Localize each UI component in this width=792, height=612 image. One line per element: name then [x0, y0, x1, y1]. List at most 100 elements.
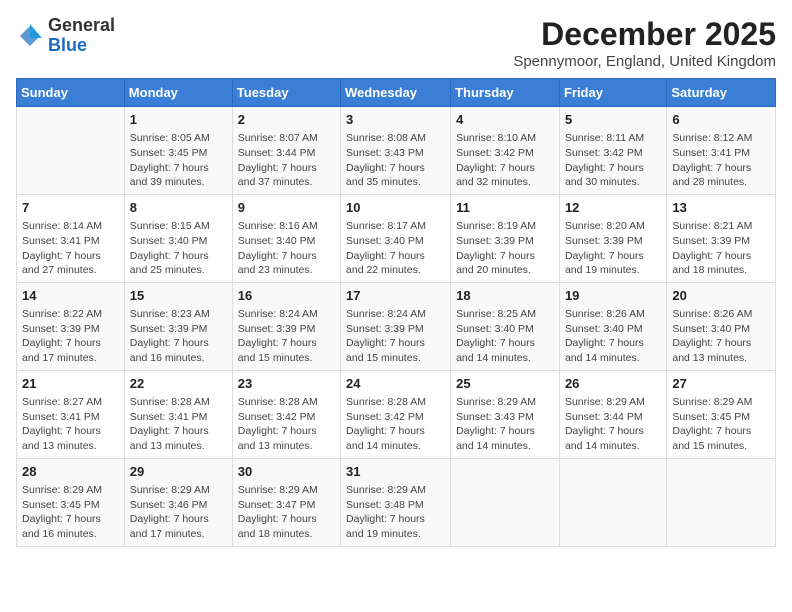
day-info: Sunrise: 8:26 AMSunset: 3:40 PMDaylight:… — [672, 307, 770, 366]
day-header-sunday: Sunday — [17, 79, 125, 107]
calendar-cell: 17Sunrise: 8:24 AMSunset: 3:39 PMDayligh… — [341, 282, 451, 370]
day-number: 27 — [672, 375, 770, 393]
day-number: 12 — [565, 199, 661, 217]
calendar-cell — [559, 458, 666, 546]
day-number: 3 — [346, 111, 445, 129]
logo-icon — [16, 22, 44, 50]
day-number: 7 — [22, 199, 119, 217]
day-info: Sunrise: 8:29 AMSunset: 3:44 PMDaylight:… — [565, 395, 661, 454]
day-number: 31 — [346, 463, 445, 481]
logo-blue: Blue — [48, 35, 87, 55]
day-number: 4 — [456, 111, 554, 129]
day-number: 15 — [130, 287, 227, 305]
calendar-cell: 29 Sunrise: 8:29 AMSunset: 3:46 PMDayligh… — [124, 458, 232, 546]
day-number: 1 — [130, 111, 227, 129]
calendar-cell: 4 Sunrise: 8:10 AMSunset: 3:42 PMDaylight… — [451, 107, 560, 195]
day-info: Sunrise: 8:25 AMSunset: 3:40 PMDaylight:… — [456, 307, 554, 366]
day-header-friday: Friday — [559, 79, 666, 107]
day-number: 18 — [456, 287, 554, 305]
day-info: Sunrise: 8:16 AMSunset: 3:40 PMDaylight:… — [238, 219, 335, 278]
day-number: 2 — [238, 111, 335, 129]
day-number: 11 — [456, 199, 554, 217]
calendar-cell: 25 Sunrise: 8:29 AMSunset: 3:43 PMDayligh… — [451, 370, 560, 458]
day-info: Sunrise: 8:29 AMSunset: 3:45 PMDaylight:… — [672, 395, 770, 454]
day-info: Sunrise: 8:28 AMSunset: 3:42 PMDaylight:… — [238, 395, 335, 454]
day-info: Sunrise: 8:15 AMSunset: 3:40 PMDaylight:… — [130, 219, 227, 278]
calendar-body: 1Sunrise: 8:05 AMSunset: 3:45 PMDaylight… — [17, 107, 776, 547]
day-info: Sunrise: 8:29 AMSunset: 3:47 PMDaylight:… — [238, 483, 335, 542]
calendar-cell: 31 Sunrise: 8:29 AMSunset: 3:48 PMDayligh… — [341, 458, 451, 546]
day-info: Sunrise: 8:28 AMSunset: 3:41 PMDaylight:… — [130, 395, 227, 454]
month-year: December 2025 — [513, 16, 776, 53]
calendar-cell: 7Sunrise: 8:14 AMSunset: 3:41 PMDaylight… — [17, 194, 125, 282]
calendar-cell: 5Sunrise: 8:11 AMSunset: 3:42 PMDaylight… — [559, 107, 666, 195]
location: Spennymoor, England, United Kingdom — [513, 53, 776, 70]
week-row-3: 21 Sunrise: 8:27 AMSunset: 3:41 PMDayligh… — [17, 370, 776, 458]
day-info: Sunrise: 8:29 AMSunset: 3:43 PMDaylight:… — [456, 395, 554, 454]
day-header-monday: Monday — [124, 79, 232, 107]
calendar-cell: 12 Sunrise: 8:20 AMSunset: 3:39 PMDayligh… — [559, 194, 666, 282]
day-info: Sunrise: 8:08 AMSunset: 3:43 PMDaylight:… — [346, 131, 445, 190]
day-info: Sunrise: 8:11 AMSunset: 3:42 PMDaylight:… — [565, 131, 661, 190]
calendar-cell: 21 Sunrise: 8:27 AMSunset: 3:41 PMDayligh… — [17, 370, 125, 458]
day-number: 25 — [456, 375, 554, 393]
day-number: 16 — [238, 287, 335, 305]
week-row-0: 1Sunrise: 8:05 AMSunset: 3:45 PMDaylight… — [17, 107, 776, 195]
day-number: 29 — [130, 463, 227, 481]
calendar-cell: 3 Sunrise: 8:08 AMSunset: 3:43 PMDaylight… — [341, 107, 451, 195]
day-info: Sunrise: 8:24 AMSunset: 3:39 PMDaylight:… — [238, 307, 335, 366]
day-info: Sunrise: 8:28 AMSunset: 3:42 PMDaylight:… — [346, 395, 445, 454]
calendar-cell: 23 Sunrise: 8:28 AMSunset: 3:42 PMDayligh… — [232, 370, 340, 458]
calendar-header: SundayMondayTuesdayWednesdayThursdayFrid… — [17, 79, 776, 107]
calendar-cell — [667, 458, 776, 546]
day-info: Sunrise: 8:29 AMSunset: 3:46 PMDaylight:… — [130, 483, 227, 542]
week-row-2: 14Sunrise: 8:22 AMSunset: 3:39 PMDayligh… — [17, 282, 776, 370]
day-header-saturday: Saturday — [667, 79, 776, 107]
calendar-cell: 24 Sunrise: 8:28 AMSunset: 3:42 PMDayligh… — [341, 370, 451, 458]
calendar-cell: 27 Sunrise: 8:29 AMSunset: 3:45 PMDayligh… — [667, 370, 776, 458]
calendar-cell: 15 Sunrise: 8:23 AMSunset: 3:39 PMDayligh… — [124, 282, 232, 370]
day-info: Sunrise: 8:20 AMSunset: 3:39 PMDaylight:… — [565, 219, 661, 278]
week-row-4: 28 Sunrise: 8:29 AMSunset: 3:45 PMDayligh… — [17, 458, 776, 546]
logo: General Blue — [16, 16, 115, 56]
day-info: Sunrise: 8:22 AMSunset: 3:39 PMDaylight:… — [22, 307, 119, 366]
day-number: 20 — [672, 287, 770, 305]
week-row-1: 7Sunrise: 8:14 AMSunset: 3:41 PMDaylight… — [17, 194, 776, 282]
day-info: Sunrise: 8:10 AMSunset: 3:42 PMDaylight:… — [456, 131, 554, 190]
calendar-cell: 6Sunrise: 8:12 AMSunset: 3:41 PMDaylight… — [667, 107, 776, 195]
day-number: 30 — [238, 463, 335, 481]
day-number: 8 — [130, 199, 227, 217]
day-info: Sunrise: 8:19 AMSunset: 3:39 PMDaylight:… — [456, 219, 554, 278]
day-info: Sunrise: 8:29 AMSunset: 3:48 PMDaylight:… — [346, 483, 445, 542]
day-info: Sunrise: 8:23 AMSunset: 3:39 PMDaylight:… — [130, 307, 227, 366]
title-area: December 2025 Spennymoor, England, Unite… — [513, 16, 776, 70]
calendar-cell — [451, 458, 560, 546]
day-header-row: SundayMondayTuesdayWednesdayThursdayFrid… — [17, 79, 776, 107]
day-info: Sunrise: 8:07 AMSunset: 3:44 PMDaylight:… — [238, 131, 335, 190]
day-info: Sunrise: 8:26 AMSunset: 3:40 PMDaylight:… — [565, 307, 661, 366]
calendar-cell: 18 Sunrise: 8:25 AMSunset: 3:40 PMDayligh… — [451, 282, 560, 370]
day-header-wednesday: Wednesday — [341, 79, 451, 107]
day-info: Sunrise: 8:29 AMSunset: 3:45 PMDaylight:… — [22, 483, 119, 542]
calendar-table: SundayMondayTuesdayWednesdayThursdayFrid… — [16, 78, 776, 547]
calendar-cell: 28 Sunrise: 8:29 AMSunset: 3:45 PMDayligh… — [17, 458, 125, 546]
day-number: 10 — [346, 199, 445, 217]
calendar-cell — [17, 107, 125, 195]
day-number: 24 — [346, 375, 445, 393]
day-number: 23 — [238, 375, 335, 393]
day-info: Sunrise: 8:17 AMSunset: 3:40 PMDaylight:… — [346, 219, 445, 278]
calendar-cell: 10 Sunrise: 8:17 AMSunset: 3:40 PMDayligh… — [341, 194, 451, 282]
day-header-thursday: Thursday — [451, 79, 560, 107]
day-number: 6 — [672, 111, 770, 129]
day-number: 26 — [565, 375, 661, 393]
day-number: 13 — [672, 199, 770, 217]
day-number: 28 — [22, 463, 119, 481]
day-number: 21 — [22, 375, 119, 393]
header: General Blue December 2025 Spennymoor, E… — [16, 16, 776, 70]
logo-general: General — [48, 15, 115, 35]
day-info: Sunrise: 8:27 AMSunset: 3:41 PMDaylight:… — [22, 395, 119, 454]
calendar-cell: 30 Sunrise: 8:29 AMSunset: 3:47 PMDayligh… — [232, 458, 340, 546]
calendar-cell: 1Sunrise: 8:05 AMSunset: 3:45 PMDaylight… — [124, 107, 232, 195]
day-info: Sunrise: 8:21 AMSunset: 3:39 PMDaylight:… — [672, 219, 770, 278]
calendar-cell: 2 Sunrise: 8:07 AMSunset: 3:44 PMDaylight… — [232, 107, 340, 195]
